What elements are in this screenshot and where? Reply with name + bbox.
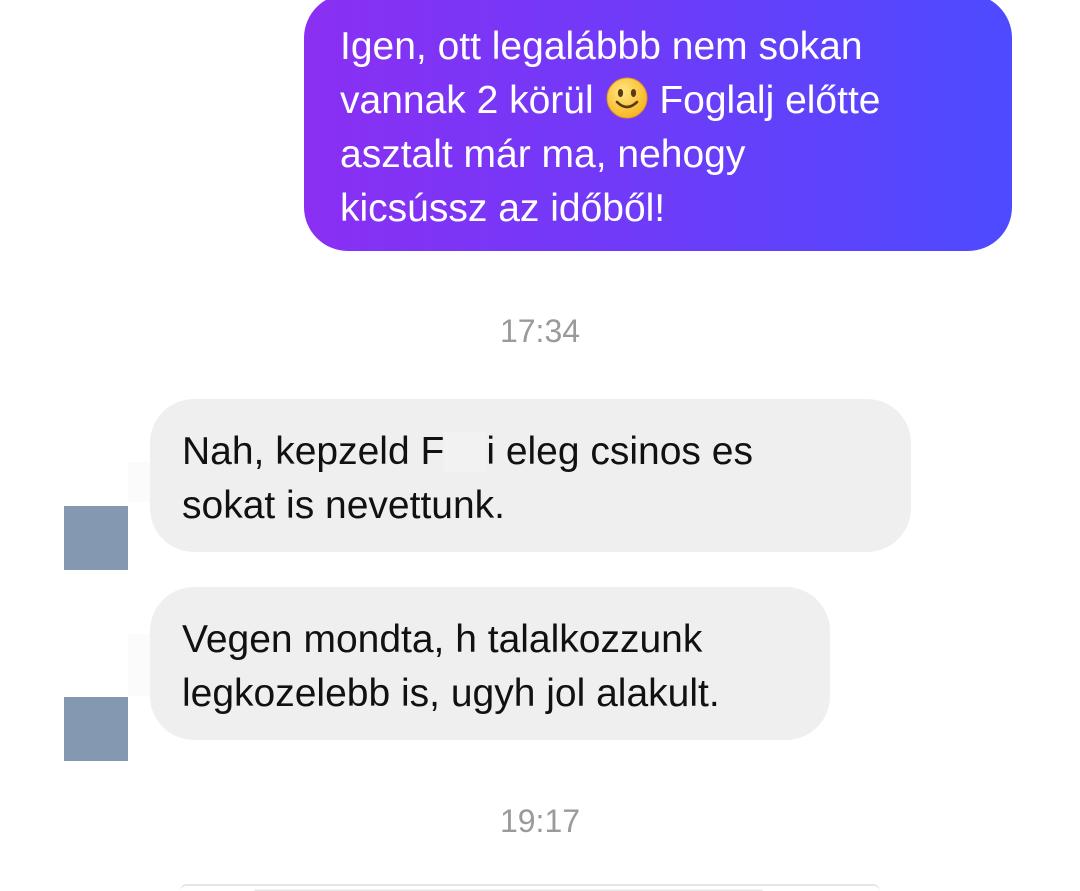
redacted-area [128, 634, 150, 696]
message-line: kicsússz az időből! [340, 187, 666, 230]
incoming-message-bubble[interactable]: Nah, kepzeld F i eleg csinos es sokat is … [150, 399, 911, 552]
slightly-smiling-face-icon [606, 77, 647, 119]
message-text: i eleg csinos es [486, 430, 753, 473]
message-text: Nah, kepzeld F [182, 430, 445, 473]
outgoing-message-bubble[interactable]: Igen, ott legalábbb nem sokan vannak 2 k… [304, 0, 1012, 251]
message-line: legkozelebb is, ugyh jol alakult. [182, 672, 720, 715]
message-timestamp: 17:34 [499, 313, 581, 349]
redacted-text [444, 432, 487, 472]
message-text: Foglalj előtte [659, 79, 881, 122]
message-bubble-edge [180, 884, 880, 891]
message-line: Vegen mondta, h talalkozzunk [182, 618, 703, 661]
message-line: asztalt már ma, nehogy [340, 133, 746, 176]
avatar[interactable] [64, 697, 128, 761]
redacted-area [128, 462, 150, 502]
message-line: sokat is nevettunk. [182, 484, 506, 527]
message-line: Nah, kepzeld F i eleg csinos es [182, 425, 887, 479]
message-line: vannak 2 körül Foglalj előtte [340, 74, 992, 128]
message-line: Igen, ott legalábbb nem sokan [340, 25, 863, 68]
avatar[interactable] [64, 506, 128, 570]
incoming-message-bubble[interactable]: Vegen mondta, h talalkozzunk legkozelebb… [150, 587, 830, 740]
message-text: vannak 2 körül [340, 79, 594, 122]
message-timestamp: 19:17 [499, 803, 581, 839]
